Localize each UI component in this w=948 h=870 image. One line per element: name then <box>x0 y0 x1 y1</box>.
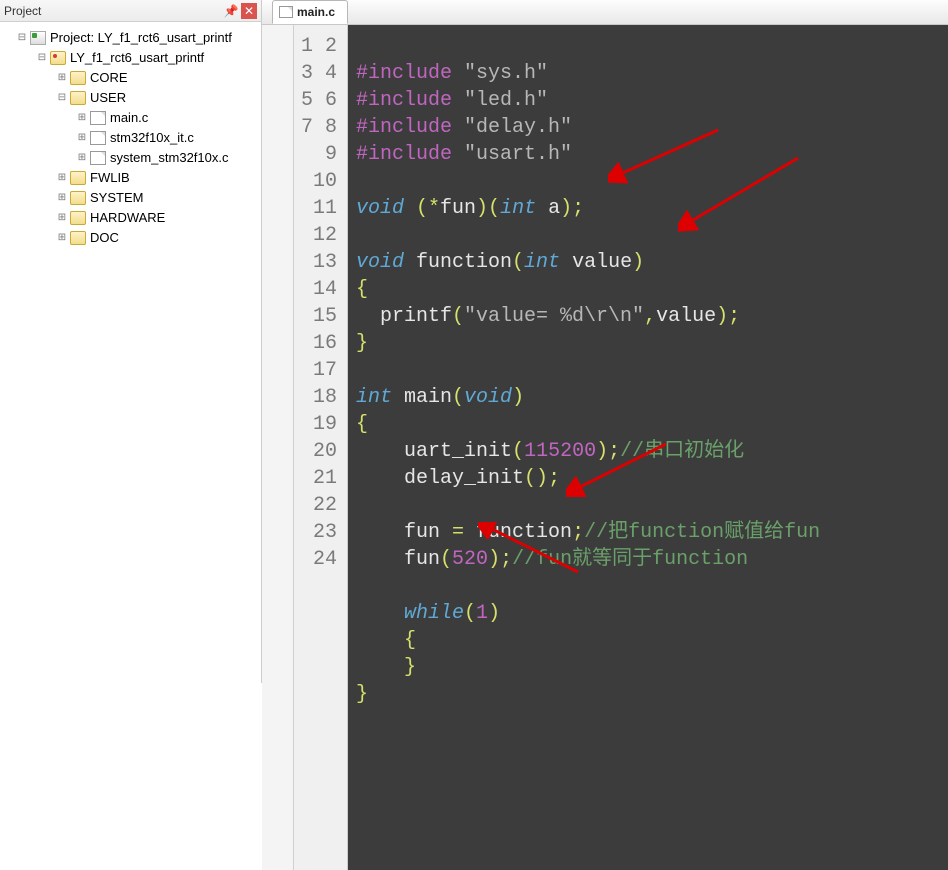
code-area: 1 2 3 4 5 6 7 8 9 10 11 12 13 14 15 16 1… <box>262 25 948 870</box>
folder-icon <box>70 191 86 205</box>
folder-icon <box>70 211 86 225</box>
project-panel: Project 📌 ✕ ⊟ Project: LY_f1_rct6_usart_… <box>0 0 262 683</box>
minus-icon[interactable]: ⊟ <box>16 32 28 44</box>
tree-folder-user[interactable]: ⊟ USER <box>2 88 259 108</box>
folder-label: CORE <box>90 68 128 88</box>
tree-folder-hardware[interactable]: ⊞ HARDWARE <box>2 208 259 228</box>
plus-icon[interactable]: ⊞ <box>56 172 68 184</box>
folder-icon <box>70 91 86 105</box>
target-icon <box>50 51 66 65</box>
tree-file[interactable]: ⊞ stm32f10x_it.c <box>2 128 259 148</box>
minus-icon[interactable]: ⊟ <box>36 52 48 64</box>
tree-file[interactable]: ⊞ main.c <box>2 108 259 128</box>
tree-folder-fwlib[interactable]: ⊞ FWLIB <box>2 168 259 188</box>
folder-label: USER <box>90 88 126 108</box>
folder-label: SYSTEM <box>90 188 143 208</box>
folder-icon <box>70 71 86 85</box>
tree-folder-core[interactable]: ⊞ CORE <box>2 68 259 88</box>
tree-target-label: LY_f1_rct6_usart_printf <box>70 48 204 68</box>
panel-header: Project 📌 ✕ <box>0 0 261 22</box>
annotation-arrow <box>608 125 728 185</box>
file-label: system_stm32f10x.c <box>110 148 229 168</box>
pin-icon[interactable]: 📌 <box>223 3 239 19</box>
folder-label: DOC <box>90 228 119 248</box>
line-gutter: 1 2 3 4 5 6 7 8 9 10 11 12 13 14 15 16 1… <box>294 25 348 870</box>
package-icon <box>30 31 46 45</box>
plus-icon[interactable]: ⊞ <box>56 72 68 84</box>
tree-root-label: Project: LY_f1_rct6_usart_printf <box>50 28 232 48</box>
tree-file[interactable]: ⊞ system_stm32f10x.c <box>2 148 259 168</box>
tree-target[interactable]: ⊟ LY_f1_rct6_usart_printf <box>2 48 259 68</box>
tree-root[interactable]: ⊟ Project: LY_f1_rct6_usart_printf <box>2 28 259 48</box>
file-label: stm32f10x_it.c <box>110 128 194 148</box>
folder-icon <box>70 171 86 185</box>
folder-label: HARDWARE <box>90 208 165 228</box>
close-icon[interactable]: ✕ <box>241 3 257 19</box>
annotation-arrow <box>678 153 808 233</box>
fold-strip <box>262 25 294 870</box>
plus-icon[interactable]: ⊞ <box>76 132 88 144</box>
file-icon <box>90 151 106 165</box>
tree-folder-system[interactable]: ⊞ SYSTEM <box>2 188 259 208</box>
plus-icon[interactable]: ⊞ <box>56 192 68 204</box>
plus-icon[interactable]: ⊞ <box>56 232 68 244</box>
file-icon <box>90 111 106 125</box>
tree-folder-doc[interactable]: ⊞ DOC <box>2 228 259 248</box>
file-label: main.c <box>110 108 148 128</box>
folder-label: FWLIB <box>90 168 130 188</box>
project-tree: ⊟ Project: LY_f1_rct6_usart_printf ⊟ LY_… <box>0 22 261 254</box>
plus-icon[interactable]: ⊞ <box>76 152 88 164</box>
tab-label: main.c <box>297 5 335 19</box>
file-icon <box>90 131 106 145</box>
panel-title: Project <box>4 4 41 18</box>
minus-icon[interactable]: ⊟ <box>56 92 68 104</box>
code-editor[interactable]: #include "sys.h" #include "led.h" #inclu… <box>348 25 948 870</box>
file-icon <box>279 6 293 18</box>
plus-icon[interactable]: ⊞ <box>56 212 68 224</box>
editor-area: main.c 1 2 3 4 5 6 7 8 9 10 11 12 13 14 … <box>262 0 948 683</box>
tab-main-c[interactable]: main.c <box>272 0 348 24</box>
tab-bar: main.c <box>262 0 948 25</box>
plus-icon[interactable]: ⊞ <box>76 112 88 124</box>
folder-icon <box>70 231 86 245</box>
